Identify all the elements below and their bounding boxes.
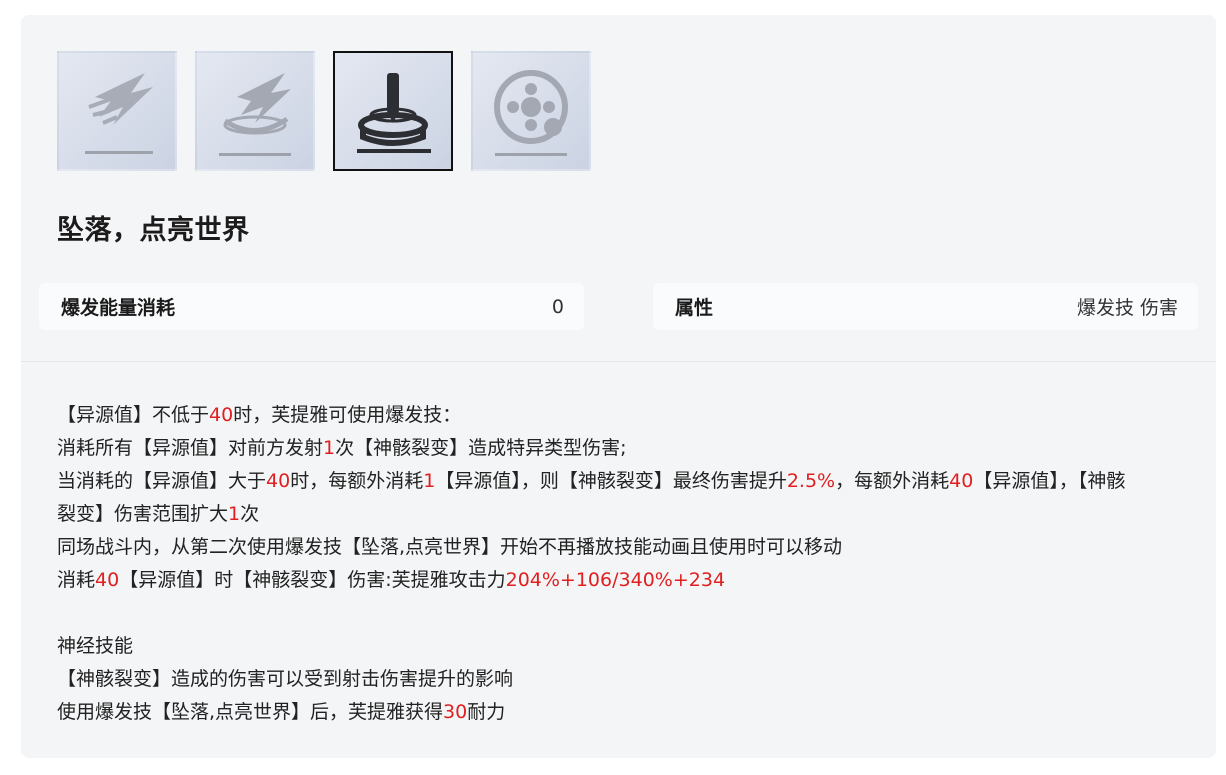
desc-number: 340%+234 [618, 569, 726, 591]
skill-tab-2[interactable] [195, 51, 315, 171]
desc-number: 204%+106 [505, 569, 613, 591]
desc-number: 1 [228, 503, 241, 525]
neural-skill-title: 神经技能 [57, 635, 134, 657]
stat-attribute: 属性 爆发技 伤害 [653, 283, 1198, 330]
desc-text: 时，每额外消耗 [290, 470, 424, 492]
desc-line: 【异源值】不低于40时，芙提雅可使用爆发技： [57, 399, 1137, 432]
skill-description: 【异源值】不低于40时，芙提雅可使用爆发技： 消耗所有【异源值】对前方发射1次【… [57, 399, 1137, 729]
skill-tab-4[interactable] [471, 51, 591, 171]
desc-text: 时，芙提雅可使用爆发技： [233, 404, 462, 426]
desc-number: 30 [443, 701, 468, 723]
desc-line: 消耗所有【异源值】对前方发射1次【神骸裂变】造成特异类型伤害; [57, 432, 1137, 465]
desc-number: 40 [266, 470, 291, 492]
desc-number: 1 [423, 470, 436, 492]
skill-tabs [57, 51, 591, 171]
desc-text: 耐力 [467, 701, 506, 723]
drill-impact-icon [357, 73, 431, 153]
target-reticle-icon [494, 70, 568, 156]
skill-card: 坠落，点亮世界 爆发能量消耗 0 属性 爆发技 伤害 【异源值】不低于40时，芙… [21, 15, 1216, 758]
desc-text: 【异源值】时【神骸裂变】伤害:芙提雅攻击力 [119, 569, 506, 591]
desc-text: 【异源值】不低于 [57, 404, 210, 426]
lightning-ring-icon [219, 73, 291, 156]
desc-line: 【神骸裂变】造成的伤害可以受到射击伤害提升的影响 [57, 668, 514, 690]
desc-number: 40 [209, 404, 234, 426]
desc-number: 40 [949, 470, 974, 492]
desc-line: 消耗40【异源值】时【神骸裂变】伤害:芙提雅攻击力204%+106/340%+2… [57, 564, 1137, 597]
stat-energy-value: 0 [551, 295, 564, 318]
desc-number: 1 [323, 437, 336, 459]
desc-line: 当消耗的【异源值】大于40时，每额外消耗1【异源值】，则【神骸裂变】最终伤害提升… [57, 465, 1137, 531]
desc-text: 次【神骸裂变】造成特异类型伤害; [335, 437, 627, 459]
desc-text: ，每额外消耗 [835, 470, 950, 492]
stat-attribute-label: 属性 [675, 297, 714, 319]
skill-tab-3[interactable] [333, 51, 453, 171]
desc-number: 40 [95, 569, 120, 591]
desc-text: 次 [240, 503, 260, 525]
lightning-slash-icon [85, 73, 153, 154]
desc-line: 使用爆发技【坠落,点亮世界】后，芙提雅获得30耐力 [57, 696, 1137, 729]
desc-text: 消耗 [57, 569, 96, 591]
desc-text: 当消耗的【异源值】大于 [57, 470, 267, 492]
desc-text: 使用爆发技【坠落,点亮世界】后，芙提雅获得 [57, 701, 444, 723]
skill-tab-1[interactable] [57, 51, 177, 171]
stat-energy-cost: 爆发能量消耗 0 [39, 283, 584, 330]
stat-attribute-value: 爆发技 伤害 [1076, 297, 1178, 319]
skill-title: 坠落，点亮世界 [57, 215, 250, 246]
desc-text: 消耗所有【异源值】对前方发射 [57, 437, 324, 459]
desc-line: 同场战斗内，从第二次使用爆发技【坠落,点亮世界】开始不再播放技能动画且使用时可以… [57, 536, 843, 558]
desc-text: 【异源值】，则【神骸裂变】最终伤害提升 [435, 470, 787, 492]
section-divider [21, 361, 1216, 362]
stat-energy-label: 爆发能量消耗 [61, 297, 176, 319]
desc-number: 2.5% [786, 470, 836, 492]
